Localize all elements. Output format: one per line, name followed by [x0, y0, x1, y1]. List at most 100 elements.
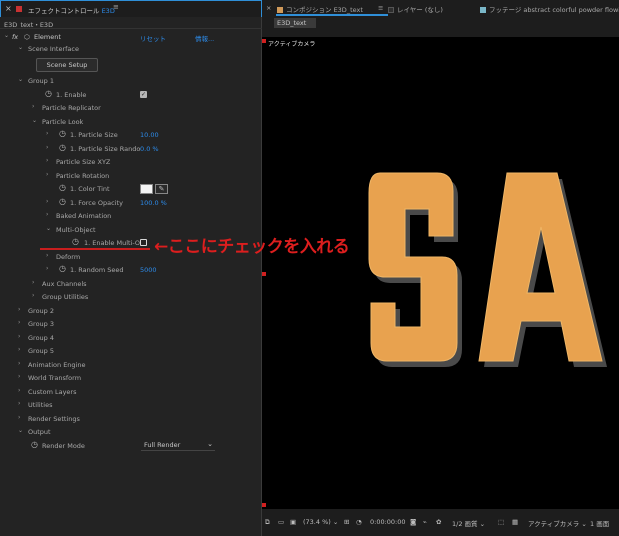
- mask-icon[interactable]: ◔: [356, 518, 362, 526]
- comp-name-tab[interactable]: E3D_text: [274, 18, 316, 28]
- info-link[interactable]: 情報...: [195, 33, 214, 43]
- tree-row-group5[interactable]: › Group 5: [0, 345, 258, 358]
- tree-label: Group 1: [28, 77, 54, 85]
- tree-row-particle-look[interactable]: ⌄ Particle Look: [0, 116, 258, 129]
- grid-icon[interactable]: ⊞: [344, 518, 349, 526]
- stopwatch-icon[interactable]: ◷: [59, 143, 66, 153]
- tree-row-custom-layers[interactable]: › Custom Layers: [0, 386, 258, 399]
- tree-row-particle-size-xyz[interactable]: › Particle Size XYZ: [0, 156, 258, 169]
- tree-row-group-utilities[interactable]: › Group Utilities: [0, 291, 258, 304]
- stopwatch-icon[interactable]: ◷: [72, 237, 79, 247]
- twirl-closed-icon[interactable]: ›: [46, 144, 48, 151]
- scene-setup-button[interactable]: Scene Setup: [36, 58, 98, 72]
- eyedropper-icon[interactable]: ✎: [155, 184, 168, 194]
- twirl-closed-icon[interactable]: ›: [32, 103, 34, 110]
- show-snapshot-icon[interactable]: ⌁: [423, 518, 427, 526]
- tree-row-group1[interactable]: ⌄ Group 1: [0, 75, 258, 88]
- twirl-closed-icon[interactable]: ›: [46, 211, 48, 218]
- twirl-open-icon[interactable]: ⌄: [32, 117, 37, 124]
- panel-menu-icon[interactable]: ≡: [113, 3, 119, 11]
- composition-viewer[interactable]: アクティブカメラ: [262, 37, 619, 509]
- twirl-closed-icon[interactable]: ›: [18, 346, 20, 353]
- tree-row-world-transform[interactable]: › World Transform: [0, 372, 258, 385]
- close-tab-icon[interactable]: ×: [266, 4, 271, 12]
- stopwatch-icon[interactable]: ◷: [59, 197, 66, 207]
- tree-row-aux-channels[interactable]: › Aux Channels: [0, 278, 258, 291]
- twirl-closed-icon[interactable]: ›: [46, 252, 48, 259]
- twirl-closed-icon[interactable]: ›: [18, 333, 20, 340]
- tree-row-particle-rotation[interactable]: › Particle Rotation: [0, 170, 258, 183]
- twirl-closed-icon[interactable]: ›: [46, 130, 48, 137]
- tab-composition[interactable]: コンポジション E3D_text: [277, 4, 363, 14]
- twirl-closed-icon[interactable]: ›: [46, 157, 48, 164]
- twirl-open-icon[interactable]: ⌄: [46, 225, 51, 232]
- twirl-closed-icon[interactable]: ›: [18, 306, 20, 313]
- stopwatch-icon[interactable]: ◷: [31, 440, 38, 450]
- camera-dropdown[interactable]: アクティブカメラ ⌄: [528, 518, 587, 528]
- viewer-mid-marker: [262, 272, 266, 276]
- tab-composition-menu-icon[interactable]: ≡: [378, 4, 383, 12]
- tv-icon[interactable]: ▣: [290, 518, 296, 526]
- transparency-grid-icon[interactable]: ▦: [512, 518, 518, 526]
- zoom-dropdown[interactable]: (73.4 %) ⌄: [303, 518, 338, 526]
- twirl-closed-icon[interactable]: ›: [18, 360, 20, 367]
- particle-size-rando-value[interactable]: 0.0 %: [140, 145, 159, 153]
- stopwatch-icon[interactable]: ◷: [45, 89, 52, 99]
- reset-link[interactable]: リセット: [140, 33, 166, 43]
- stopwatch-icon[interactable]: ◷: [59, 183, 66, 193]
- twirl-closed-icon[interactable]: ›: [32, 292, 34, 299]
- twirl-closed-icon[interactable]: ›: [18, 319, 20, 326]
- particle-size-value[interactable]: 10.00: [140, 131, 159, 139]
- force-opacity-value[interactable]: 100.0 %: [140, 199, 167, 207]
- display-icon[interactable]: ▭: [278, 518, 284, 526]
- twirl-closed-icon[interactable]: ›: [46, 171, 48, 178]
- fx-toggle-icon[interactable]: fx: [12, 33, 18, 41]
- tree-label: Scene Interface: [28, 45, 79, 53]
- twirl-closed-icon[interactable]: ›: [46, 265, 48, 272]
- magnifier-toggle-icon[interactable]: ⧉: [265, 518, 270, 527]
- tree-row-particle-replicator[interactable]: › Particle Replicator: [0, 102, 258, 115]
- resolution-dropdown[interactable]: 1/2 画質 ⌄: [452, 518, 485, 528]
- tree-row-group4[interactable]: › Group 4: [0, 332, 258, 345]
- tab-footage[interactable]: フッテージ abstract colorful powder flowing t…: [480, 4, 619, 14]
- region-of-interest-icon[interactable]: ⬚: [498, 518, 504, 526]
- tree-row-group3[interactable]: › Group 3: [0, 318, 258, 331]
- tree-label: 1. Random Seed: [70, 266, 124, 274]
- tree-row-scene-interface[interactable]: ⌄ Scene Interface: [0, 43, 258, 56]
- enable-multi-object-checkbox[interactable]: [140, 239, 147, 246]
- tree-label: 1. Force Opacity: [70, 199, 123, 207]
- close-tab-icon[interactable]: ×: [5, 4, 12, 13]
- tab-layer[interactable]: レイヤー (なし): [388, 4, 443, 14]
- tree-row-group2[interactable]: › Group 2: [0, 305, 258, 318]
- twirl-closed-icon[interactable]: ›: [32, 279, 34, 286]
- twirl-closed-icon[interactable]: ›: [18, 414, 20, 421]
- view-layout-dropdown[interactable]: 1 画面: [590, 518, 609, 528]
- tree-row-render-mode: ◷ Render Mode: [0, 440, 258, 453]
- random-seed-value[interactable]: 5000: [140, 266, 157, 274]
- tree-label: Particle Look: [42, 118, 84, 126]
- tree-row-utilities[interactable]: › Utilities: [0, 399, 258, 412]
- stopwatch-icon[interactable]: ◷: [59, 129, 66, 139]
- tree-row-output[interactable]: ⌄ Output: [0, 426, 258, 439]
- twirl-open-icon[interactable]: ⌄: [18, 44, 23, 51]
- stopwatch-icon[interactable]: ◷: [59, 264, 66, 274]
- twirl-closed-icon[interactable]: ›: [18, 373, 20, 380]
- twirl-closed-icon[interactable]: ›: [46, 198, 48, 205]
- twirl-open-icon[interactable]: ⌄: [18, 427, 23, 434]
- footage-icon: [480, 7, 486, 13]
- camera-snapshot-icon[interactable]: ◙: [410, 518, 416, 526]
- collapse-icon[interactable]: ⌄: [4, 32, 9, 39]
- color-channel-icon[interactable]: ✿: [436, 518, 441, 526]
- color-tint-swatch[interactable]: [140, 184, 153, 194]
- twirl-closed-icon[interactable]: ›: [18, 387, 20, 394]
- effect-controls-tab[interactable]: × エフェクトコントロール E3D ≡: [0, 0, 262, 17]
- tree-row-animation-engine[interactable]: › Animation Engine: [0, 359, 258, 372]
- current-time[interactable]: 0:00:00:00: [370, 518, 406, 526]
- twirl-closed-icon[interactable]: ›: [18, 400, 20, 407]
- twirl-open-icon[interactable]: ⌄: [18, 76, 23, 83]
- composition-icon: [277, 7, 283, 13]
- tree-row-baked-animation[interactable]: › Baked Animation: [0, 210, 258, 223]
- tree-row-render-settings[interactable]: › Render Settings: [0, 413, 258, 426]
- render-mode-dropdown[interactable]: Full Render ⌄: [141, 440, 215, 451]
- enable-checkbox[interactable]: ✓: [140, 91, 147, 98]
